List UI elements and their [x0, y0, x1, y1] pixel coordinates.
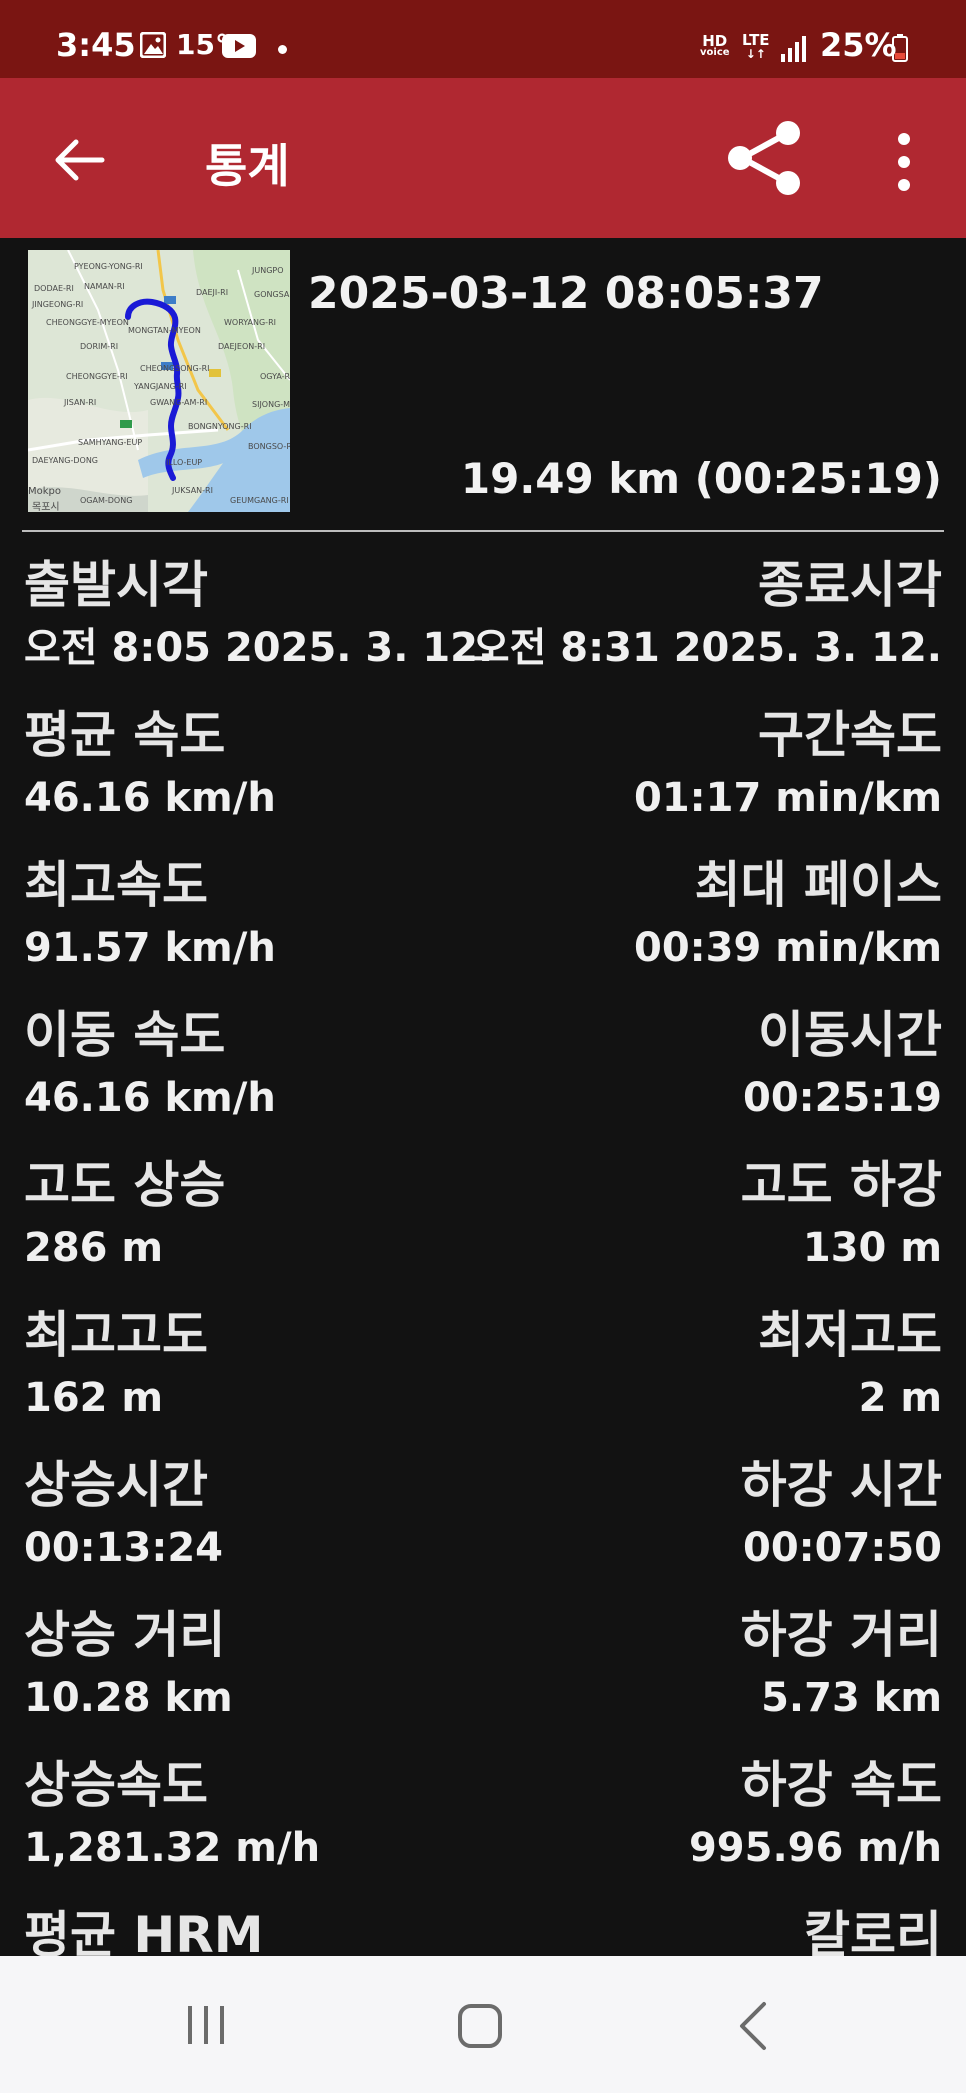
stat-label: 최고고도 — [24, 1306, 208, 1364]
stat-value: 오전 8:05 2025. 3. 12. — [24, 625, 494, 671]
stat-label: 상승속도 — [24, 1756, 208, 1814]
stat-value: 오전 8:31 2025. 3. 12. — [472, 625, 942, 671]
recents-icon[interactable] — [176, 1996, 236, 2052]
stat-row: 고도 상승 286 m 고도 하강 130 m — [24, 1148, 942, 1298]
map-label: DAEYANG-DONG — [32, 456, 98, 465]
stat-label: 출발시각 — [24, 556, 208, 614]
route-map-thumbnail[interactable]: PYEONG-YONG-RI NAMAN-RI DODAE-RI JINGEON… — [28, 250, 290, 512]
map-label: WORYANG-RI — [224, 318, 276, 327]
more-vert-icon[interactable] — [880, 124, 928, 200]
stat-label: 상승 거리 — [24, 1606, 226, 1664]
map-label: CHEONGSONG-RI — [140, 364, 210, 373]
stat-value: 2 m — [858, 1375, 942, 1421]
stat-label: 최대 페이스 — [694, 856, 942, 914]
back-arrow-icon[interactable] — [40, 128, 120, 192]
stats-list: 출발시각오전 8:05 2025. 3. 12. 종료시각오전 8:31 202… — [24, 548, 942, 2048]
image-notification-icon — [140, 32, 166, 58]
stat-label: 이동 속도 — [24, 1006, 226, 1064]
map-label: Mokpo — [28, 486, 62, 497]
system-nav-bar — [0, 1956, 966, 2093]
stat-value: 46.16 km/h — [24, 1075, 276, 1121]
stat-label: 하강 속도 — [740, 1756, 942, 1814]
lte-indicator: LTE ↓↑ — [742, 31, 770, 61]
map-label: OGAM-DONG — [80, 496, 133, 505]
map-label: OGYA-RI — [260, 372, 290, 381]
app-bar: 통계 — [0, 78, 966, 238]
stat-row: 최고속도 91.57 km/h 최대 페이스 00:39 min/km — [24, 848, 942, 998]
stat-value: 286 m — [24, 1225, 164, 1271]
map-label: DAEJEON-RI — [218, 342, 266, 351]
stat-label: 최고속도 — [24, 856, 208, 914]
map-label: 목포시 — [32, 502, 60, 512]
map-label: CHEONGGYE-RI — [66, 372, 128, 381]
stat-label: 구간속도 — [758, 706, 942, 764]
map-label: BONGNYONG-RI — [188, 422, 252, 431]
stat-label: 하강 시간 — [740, 1456, 942, 1514]
map-label: GEUMGANG-RI — [230, 496, 289, 505]
stat-label: 최저고도 — [758, 1306, 942, 1364]
stat-value: 01:17 min/km — [633, 775, 942, 821]
stat-row: 이동 속도 46.16 km/h 이동시간 00:25:19 — [24, 998, 942, 1148]
stat-value: 00:39 min/km — [633, 925, 942, 971]
page-title: 통계 — [205, 139, 290, 193]
map-label: BONGSO-RI — [248, 442, 290, 451]
back-icon[interactable] — [728, 1994, 778, 2058]
stat-value: 130 m — [802, 1225, 942, 1271]
stat-label: 고도 상승 — [24, 1156, 226, 1214]
stat-label: 상승시간 — [24, 1456, 208, 1514]
map-label: ILLO-EUP — [166, 458, 203, 467]
home-icon[interactable] — [448, 1994, 512, 2058]
stat-row: 상승시간 00:13:24 하강 시간 00:07:50 — [24, 1448, 942, 1598]
map-label: JUNGPO — [252, 266, 284, 275]
map-label: YANGJANG-RI — [134, 382, 187, 391]
stat-label: 평균 속도 — [24, 706, 226, 764]
track-start-datetime: 2025-03-12 08:05:37 — [308, 268, 824, 319]
stat-value: 1,281.32 m/h — [24, 1825, 321, 1871]
map-label: SIJONG-M — [252, 400, 290, 409]
stat-value: 00:13:24 — [24, 1525, 223, 1571]
divider — [22, 530, 944, 532]
stat-value: 91.57 km/h — [24, 925, 276, 971]
status-bar: 3:45 15° HD voice LTE ↓↑ 25% — [0, 0, 966, 78]
battery-icon — [892, 34, 908, 62]
map-label: DORIM-RI — [80, 342, 119, 351]
map-label: PYEONG-YONG-RI — [74, 262, 143, 271]
status-time: 3:45 — [56, 26, 136, 64]
stat-label: 종료시각 — [758, 556, 942, 614]
stat-value: 46.16 km/h — [24, 775, 276, 821]
share-icon[interactable] — [722, 120, 812, 196]
stat-row: 최고고도 162 m 최저고도 2 m — [24, 1298, 942, 1448]
stat-value: 00:07:50 — [743, 1525, 942, 1571]
more-notifications-dot — [278, 45, 287, 54]
stat-value: 162 m — [24, 1375, 164, 1421]
map-label: JISAN-RI — [64, 398, 97, 407]
stat-row: 상승속도 1,281.32 m/h 하강 속도 995.96 m/h — [24, 1748, 942, 1898]
map-label: JINGEONG-RI — [32, 300, 84, 309]
map-label: MONGTAN-MYEON — [128, 326, 201, 335]
map-label: NAMAN-RI — [84, 282, 125, 291]
stat-value: 995.96 m/h — [688, 1825, 942, 1871]
stat-label: 고도 하강 — [740, 1156, 942, 1214]
track-distance-duration: 19.49 km (00:25:19) — [460, 454, 942, 503]
map-label: DAEJI-RI — [196, 288, 229, 297]
battery-percent: 25% — [820, 26, 897, 64]
map-label: DODAE-RI — [34, 284, 74, 293]
map-label: GWANG-AM-RI — [150, 398, 208, 407]
stat-row: 출발시각오전 8:05 2025. 3. 12. 종료시각오전 8:31 202… — [24, 548, 942, 698]
stat-value: 00:25:19 — [743, 1075, 942, 1121]
signal-icon — [781, 36, 806, 62]
stat-value: 10.28 km — [24, 1675, 233, 1721]
hd-voice-indicator: HD voice — [700, 32, 730, 58]
map-label: GONGSA — [254, 290, 290, 299]
stat-row: 상승 거리 10.28 km 하강 거리 5.73 km — [24, 1598, 942, 1748]
stat-value: 5.73 km — [761, 1675, 942, 1721]
map-label: SAMHYANG-EUP — [78, 438, 143, 447]
map-label: JUKSAN-RI — [172, 486, 213, 495]
stat-label: 하강 거리 — [740, 1606, 942, 1664]
stat-label: 이동시간 — [758, 1006, 942, 1064]
stat-row: 평균 속도 46.16 km/h 구간속도 01:17 min/km — [24, 698, 942, 848]
map-label: CHEONGGYE-MYEON — [46, 318, 129, 327]
youtube-notification-icon — [222, 34, 256, 58]
